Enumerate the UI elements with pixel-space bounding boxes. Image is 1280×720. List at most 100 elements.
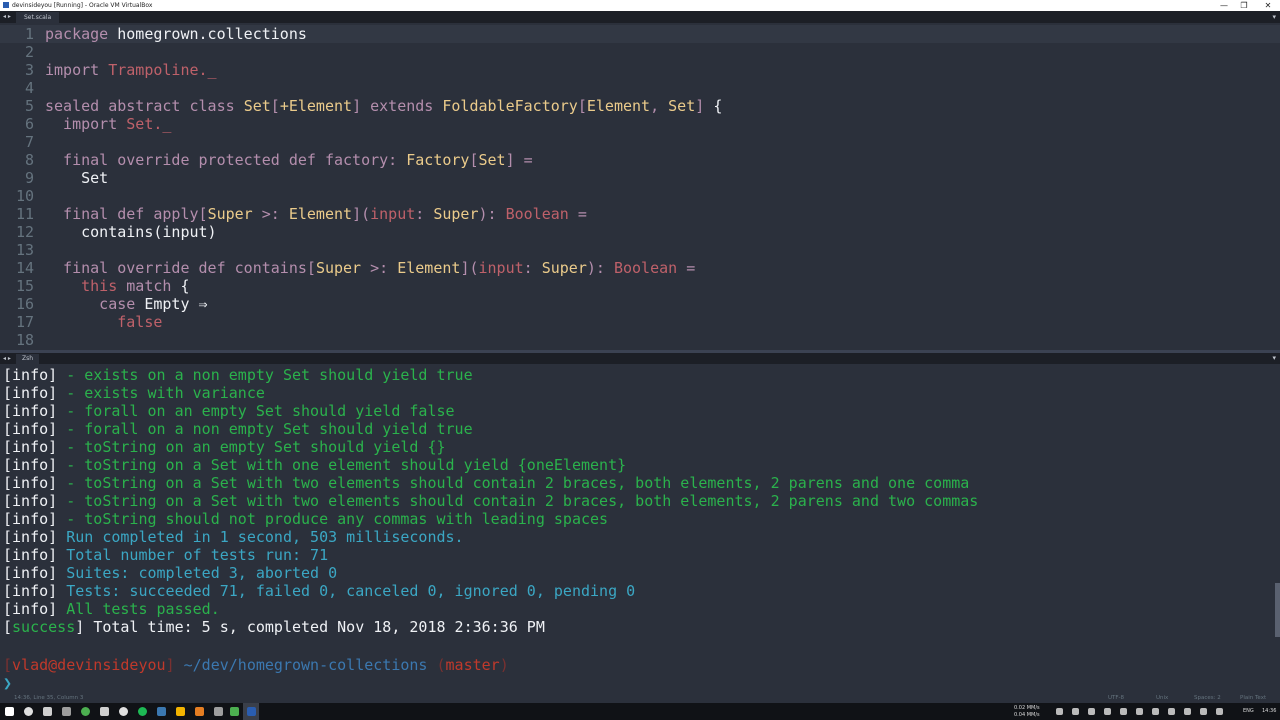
status-encoding[interactable]: UTF-8	[1108, 693, 1124, 703]
prompt-bracket: [	[3, 656, 13, 674]
volume-icon[interactable]	[1184, 708, 1191, 715]
spotify-icon[interactable]	[138, 707, 147, 716]
code-editor[interactable]: 1 package homegrown.collections 2 3 import T…	[0, 23, 1280, 350]
status-indent[interactable]: Spaces: 2	[1194, 693, 1221, 703]
terminal-scrollbar[interactable]	[1275, 583, 1280, 637]
line-number: 15	[15, 277, 34, 295]
command-input-line[interactable]: ❯	[3, 674, 12, 690]
app-icon[interactable]	[62, 707, 71, 716]
tab-set-scala[interactable]: Set.scala	[16, 12, 60, 23]
folder-icon[interactable]	[176, 707, 185, 716]
cortana-icon[interactable]	[24, 707, 33, 716]
code-text[interactable]: case Empty ⇒	[45, 295, 207, 313]
tray-icon[interactable]	[1072, 708, 1079, 715]
code-line[interactable]: 16 case Empty ⇒	[0, 295, 1280, 313]
code-line[interactable]: 4	[0, 79, 1280, 97]
start-windows-icon[interactable]	[5, 707, 14, 716]
bracket: [	[3, 528, 13, 546]
tray-icon[interactable]	[1120, 708, 1127, 715]
code-token: Boolean	[505, 205, 569, 223]
code-line[interactable]: 13	[0, 241, 1280, 259]
app-icon[interactable]	[195, 707, 204, 716]
close-button[interactable]: ✕	[1258, 0, 1278, 11]
network-icon[interactable]	[1168, 708, 1175, 715]
code-line[interactable]: 11 final def apply[Super >: Element](inp…	[0, 205, 1280, 223]
terminal-menu-chevron-icon[interactable]: ▾	[1272, 353, 1276, 364]
terminal-nav-arrows-icon[interactable]: ◂ ▸	[3, 353, 11, 364]
line-number: 1	[24, 25, 34, 43]
code-token: Trampoline._	[108, 61, 217, 79]
code-line[interactable]: 17 false	[0, 313, 1280, 331]
bracket: [	[3, 402, 13, 420]
code-line[interactable]: 18	[0, 331, 1280, 349]
log-level-tag: info	[12, 492, 49, 510]
code-line[interactable]: 15 this match {	[0, 277, 1280, 295]
code-token: input	[478, 259, 524, 277]
code-token: final override protected def	[45, 151, 325, 169]
battery-icon[interactable]	[1200, 708, 1207, 715]
code-text[interactable]: false	[45, 313, 162, 331]
tray-icon[interactable]	[1056, 708, 1063, 715]
app-icon[interactable]	[157, 707, 166, 716]
code-token: Super	[315, 259, 362, 277]
code-line[interactable]: 2	[0, 43, 1280, 61]
app-icon[interactable]	[214, 707, 223, 716]
code-line[interactable]: 8 final override protected def factory: …	[0, 151, 1280, 169]
tray-icon[interactable]	[1152, 708, 1159, 715]
terminal-line: [info] - toString on a Set with one elem…	[3, 456, 626, 474]
virtualbox-icon[interactable]	[247, 707, 256, 716]
code-text[interactable]: final def apply[Super >: Element](input:…	[45, 205, 587, 223]
restore-button[interactable]: ❐	[1234, 0, 1254, 11]
code-token: [	[469, 151, 479, 169]
code-line[interactable]: 6 import Set._	[0, 115, 1280, 133]
terminal-output[interactable]: [info] - exists on a non empty Set shoul…	[0, 366, 1280, 690]
code-text[interactable]: contains(input)	[45, 223, 216, 241]
tray-icon[interactable]	[1216, 708, 1223, 715]
tray-icon[interactable]	[1104, 708, 1111, 715]
task-view-icon[interactable]	[43, 707, 52, 716]
code-text[interactable]: import Trampoline._	[45, 61, 217, 79]
code-text[interactable]: Set	[45, 169, 108, 187]
tray-icon[interactable]	[1136, 708, 1143, 715]
tray-icon[interactable]	[1088, 708, 1095, 715]
code-text[interactable]: this match {	[45, 277, 189, 295]
code-line[interactable]: 5 sealed abstract class Set[+Element] ext…	[0, 97, 1280, 115]
chat-icon[interactable]	[81, 707, 90, 716]
code-line[interactable]: 1 package homegrown.collections	[0, 25, 1280, 43]
code-token: Super	[433, 205, 479, 223]
bracket: [	[3, 510, 13, 528]
line-number: 17	[15, 313, 34, 331]
log-level-tag: info	[12, 546, 49, 564]
code-token: Set	[243, 97, 271, 115]
code-text[interactable]: import Set._	[45, 115, 171, 133]
line-number: 13	[15, 241, 34, 259]
code-line[interactable]: 12 contains(input)	[0, 223, 1280, 241]
terminal-tabbar: ◂ ▸ Zsh ▾	[0, 353, 1280, 364]
tab-menu-chevron-icon[interactable]: ▾	[1272, 11, 1276, 23]
minimize-button[interactable]: —	[1214, 0, 1234, 11]
code-text[interactable]: package homegrown.collections	[45, 25, 307, 43]
code-text[interactable]: sealed abstract class Set[+Element] exte…	[45, 97, 722, 115]
status-syntax[interactable]: Plain Text	[1240, 693, 1266, 703]
code-text[interactable]: final override def contains[Super >: Ele…	[45, 259, 695, 277]
terminal-icon[interactable]	[230, 707, 239, 716]
tab-nav-arrows-icon[interactable]: ◂ ▸	[3, 12, 11, 22]
terminal-line: [info] - toString on an empty Set should…	[3, 438, 446, 456]
bracket: ]	[48, 384, 67, 402]
code-line[interactable]: 3 import Trampoline._	[0, 61, 1280, 79]
code-token: ):	[478, 205, 506, 223]
bracket: [	[3, 600, 13, 618]
taskbar-clock[interactable]: 14:36	[1262, 707, 1276, 715]
code-line[interactable]: 9 Set	[0, 169, 1280, 187]
code-line[interactable]: 7	[0, 133, 1280, 151]
code-line[interactable]: 10	[0, 187, 1280, 205]
input-language[interactable]: ENG	[1243, 707, 1254, 715]
bracket: ]	[48, 420, 67, 438]
bracket: [	[3, 384, 13, 402]
app-icon[interactable]	[119, 707, 128, 716]
app-icon[interactable]	[100, 707, 109, 716]
status-line-endings[interactable]: Unix	[1156, 693, 1168, 703]
tab-zsh[interactable]: Zsh	[16, 354, 40, 364]
code-line[interactable]: 14 final override def contains[Super >: …	[0, 259, 1280, 277]
code-text[interactable]: final override protected def factory: Fa…	[45, 151, 533, 169]
